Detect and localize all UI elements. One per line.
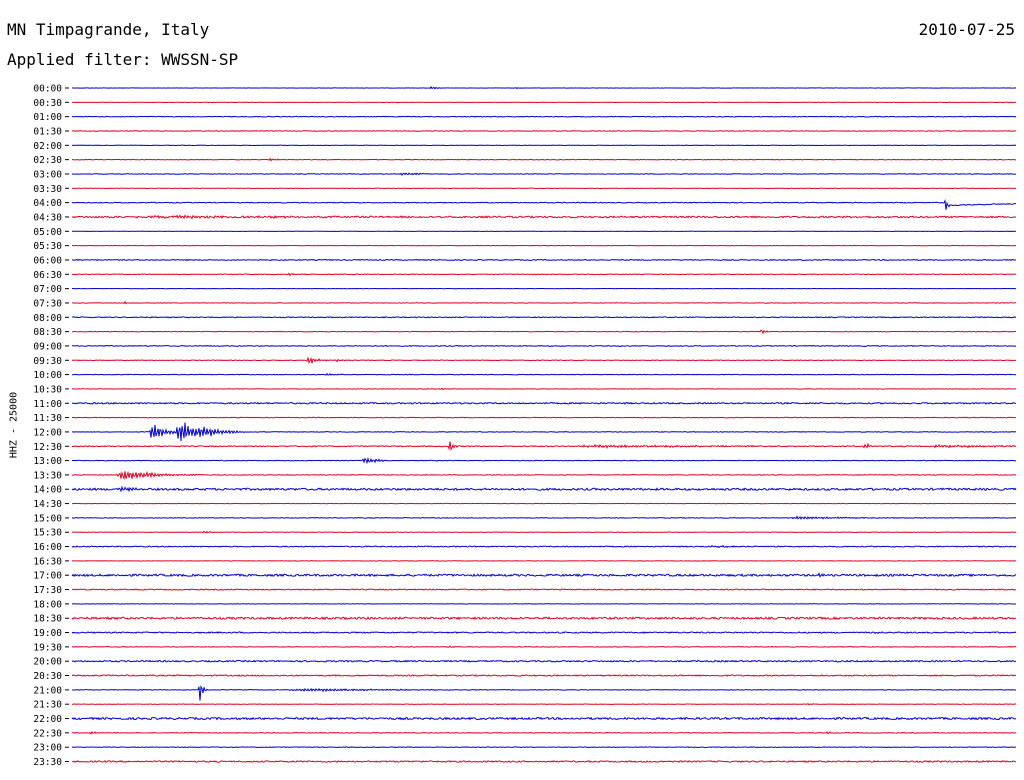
time-tick-label: 03:00 [33, 169, 62, 180]
time-tick-label: 05:00 [33, 227, 62, 238]
time-tick-label: 04:00 [33, 198, 62, 209]
seismic-trace [71, 316, 1017, 319]
time-tick-label: 21:30 [33, 700, 62, 711]
time-tick-label: 15:30 [33, 528, 62, 539]
seismic-trace [71, 401, 1017, 405]
seismic-trace [71, 300, 1016, 305]
time-tick-label: 10:30 [33, 384, 62, 395]
seismic-trace [71, 760, 1017, 763]
seismic-trace [71, 485, 1017, 493]
time-tick-label: 13:30 [33, 470, 62, 481]
time-tick-label: 09:00 [33, 341, 62, 352]
time-tick-label: 00:00 [33, 84, 62, 95]
time-tick-label: 18:30 [33, 614, 62, 625]
time-tick-label: 14:00 [33, 485, 62, 496]
time-tick-label: 01:30 [33, 126, 62, 137]
seismic-trace [71, 356, 1017, 365]
time-tick-label: 03:30 [33, 184, 62, 195]
time-tick-label: 07:30 [33, 298, 62, 309]
time-tick-label: 22:00 [33, 714, 62, 725]
seismic-trace [71, 344, 1017, 347]
time-tick-label: 02:30 [33, 155, 62, 166]
time-tick-label: 06:30 [33, 270, 62, 281]
seismic-trace [71, 441, 1017, 451]
time-tick-label: 06:00 [33, 255, 62, 266]
seismic-trace [71, 85, 1017, 90]
seismic-trace [71, 115, 1017, 118]
time-tick-label: 04:30 [33, 212, 62, 223]
time-tick-label: 05:30 [33, 241, 62, 252]
seismic-trace [71, 199, 1017, 210]
seismic-trace [71, 674, 1017, 677]
seismic-trace [71, 172, 1017, 177]
seismic-trace [71, 157, 1017, 162]
time-tick-label: 07:00 [33, 284, 62, 295]
seismic-trace [71, 746, 1017, 749]
seismic-trace [71, 703, 1017, 706]
seismic-trace [71, 631, 1017, 635]
time-tick-label: 15:00 [33, 513, 62, 524]
time-tick-label: 11:00 [33, 399, 62, 410]
helicorder-plot: 00:00 00:30 01:00 01:30 02:00 02:30 03:00 03:30… [33, 84, 1017, 768]
time-tick-label: 20:00 [33, 657, 62, 668]
time-tick-label: 11:30 [33, 413, 62, 424]
seismic-trace [71, 530, 1017, 534]
seismic-trace [71, 716, 1017, 721]
time-tick-label: 20:30 [33, 671, 62, 682]
time-tick-label: 13:00 [33, 456, 62, 467]
seismic-trace [71, 645, 1016, 648]
seismic-trace [71, 130, 1017, 132]
seismic-trace [71, 329, 1017, 335]
time-tick-label: 12:30 [33, 442, 62, 453]
time-tick-label: 08:00 [33, 313, 62, 324]
seismic-trace [71, 659, 1017, 663]
seismic-trace [71, 684, 1017, 701]
time-tick-label: 19:30 [33, 642, 62, 653]
time-tick-label: 00:30 [33, 98, 62, 109]
time-tick-label: 14:30 [33, 499, 62, 510]
time-tick-label: 16:00 [33, 542, 62, 553]
seismic-trace [71, 214, 1017, 220]
seismic-trace [71, 272, 1017, 277]
time-tick-label: 10:00 [33, 370, 62, 381]
seismic-trace [71, 515, 1017, 520]
time-tick-label: 12:00 [33, 427, 62, 438]
seismic-trace [71, 572, 1017, 578]
seismic-trace [71, 470, 1017, 481]
time-tick-label: 08:30 [33, 327, 62, 338]
seismic-trace [71, 456, 1017, 465]
seismic-trace [71, 730, 1017, 735]
time-tick-label: 16:30 [33, 556, 62, 567]
time-tick-label: 18:00 [33, 599, 62, 610]
seismic-trace [71, 588, 1017, 591]
seismic-trace [71, 258, 1017, 262]
time-tick-label: 01:00 [33, 112, 62, 123]
time-tick-label: 17:00 [33, 571, 62, 582]
seismic-trace [71, 616, 1017, 621]
seismic-trace [71, 372, 1017, 376]
seismic-trace [71, 544, 1017, 549]
time-tick-label: 17:30 [33, 585, 62, 596]
seismic-trace [71, 387, 1017, 391]
seismic-trace [71, 416, 1017, 419]
time-tick-label: 22:30 [33, 728, 62, 739]
seismic-trace [71, 422, 1017, 441]
time-tick-label: 23:30 [33, 757, 62, 768]
time-tick-label: 19:00 [33, 628, 62, 639]
time-tick-label: 02:00 [33, 141, 62, 152]
time-tick-label: 09:30 [33, 356, 62, 367]
time-tick-label: 23:00 [33, 743, 62, 754]
time-tick-label: 21:00 [33, 685, 62, 696]
